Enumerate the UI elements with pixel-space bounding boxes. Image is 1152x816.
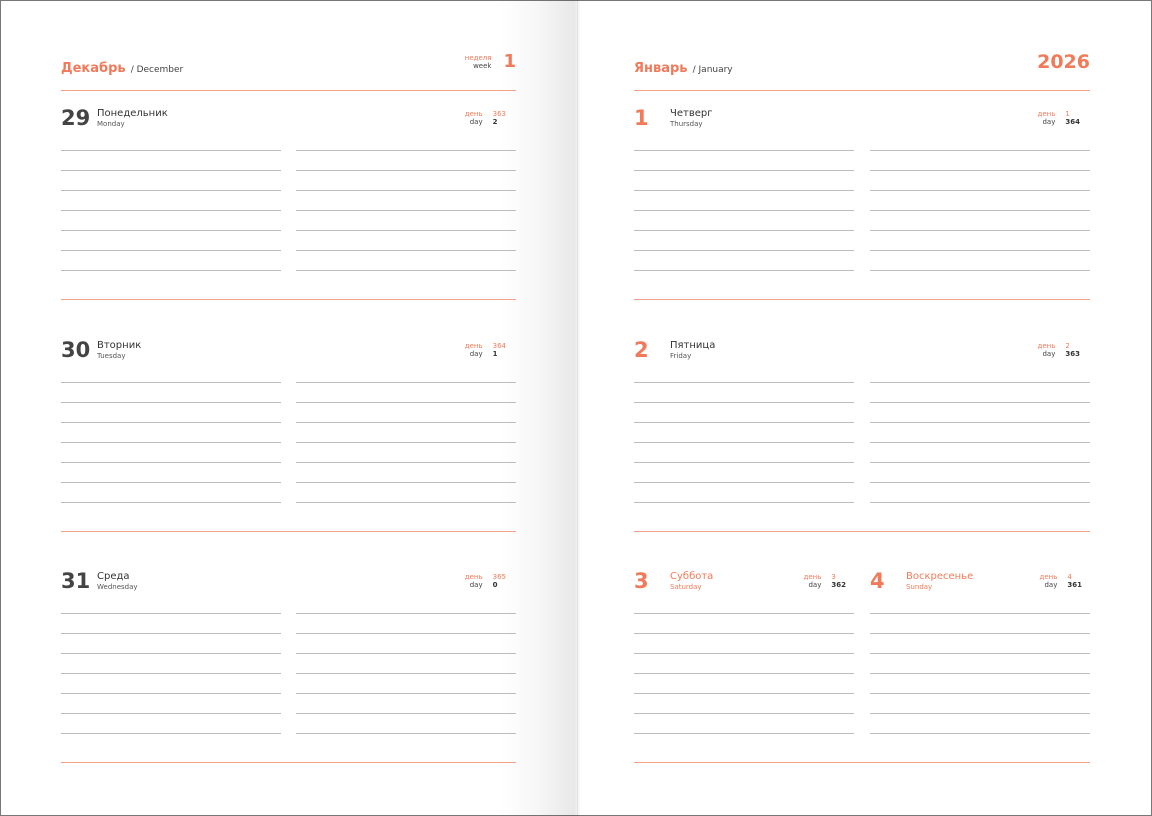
day-counter: день day 364 1	[465, 342, 506, 358]
day-name: Вторник Tuesday	[97, 340, 141, 360]
day-counter: день day 2 363	[1038, 342, 1080, 358]
day-label-ru: день	[1037, 342, 1056, 350]
day-label-ru: день	[464, 342, 483, 350]
day-name-ru: Суббота	[670, 571, 714, 582]
day-name: Среда Wednesday	[97, 571, 138, 591]
week-number: 1	[503, 51, 516, 72]
day-name-ru: Воскресенье	[906, 571, 974, 582]
days-left: 361	[1067, 581, 1082, 589]
day-label-ru: день	[464, 573, 483, 581]
ruled-lines-right[interactable]	[296, 131, 516, 271]
day-number: 30	[61, 338, 91, 362]
week-label-en: week	[473, 62, 492, 70]
ruled-lines-right[interactable]	[870, 363, 1090, 503]
day-name: Воскресенье Sunday	[906, 571, 973, 591]
ruled-lines-left[interactable]	[634, 131, 854, 271]
month-title: Январь / January	[634, 57, 733, 76]
days-left: 2	[492, 118, 498, 126]
day-name: Пятница Friday	[670, 340, 715, 360]
day-label-ru: день	[1037, 110, 1056, 118]
day-name-ru: Пятница	[670, 340, 716, 351]
day-counter: день day 363 2	[465, 110, 506, 126]
day-name-en: Sunday	[906, 583, 933, 591]
day-counter: день day 1 364	[1038, 110, 1080, 126]
days-left: 1	[492, 350, 498, 358]
month-name-en: / December	[130, 65, 184, 75]
day-of-year: 363	[492, 110, 506, 118]
day-of-year: 4	[1067, 573, 1072, 581]
day-counter: день day 3 362	[804, 573, 846, 589]
ruled-lines-left[interactable]	[61, 594, 281, 734]
day-of-year: 2	[1065, 342, 1070, 350]
day-number: 29	[61, 106, 91, 130]
month-name-ru: Декабрь	[61, 61, 126, 76]
day-number: 31	[61, 569, 91, 593]
day-label-en: day	[1042, 350, 1056, 358]
ruled-lines-left[interactable]	[61, 363, 281, 503]
day-name-en: Thursday	[670, 120, 703, 128]
left-page-header: Декабрь / December неделя week 1	[61, 40, 516, 91]
day-block-3: 3 Суббота Saturday день day 3 362	[634, 553, 854, 762]
right-page-header: Январь / January 2026	[634, 40, 1090, 91]
day-number: 4	[870, 569, 885, 593]
month-name-ru: Январь	[634, 61, 688, 76]
ruled-lines-left[interactable]	[61, 131, 281, 271]
day-of-year: 1	[1065, 110, 1070, 118]
day-block-29: 29 Понедельник Monday день day 363 2	[61, 90, 516, 300]
week-indicator: неделя week 1	[465, 52, 516, 72]
day-label-en: day	[469, 581, 483, 589]
ruled-lines-left[interactable]	[634, 363, 854, 503]
day-label-ru: день	[803, 573, 822, 581]
day-name-ru: Среда	[97, 571, 130, 582]
right-page: Январь / January 2026 1 Четверг Thursday…	[634, 0, 1090, 816]
day-block-30: 30 Вторник Tuesday день day 364 1	[61, 322, 516, 532]
days-left: 362	[831, 581, 846, 589]
day-label-en: day	[808, 581, 822, 589]
month-name-en: / January	[692, 65, 733, 75]
day-name-ru: Понедельник	[97, 108, 168, 119]
day-name-en: Tuesday	[97, 352, 126, 360]
days-left: 363	[1065, 350, 1080, 358]
ruled-lines-right[interactable]	[870, 131, 1090, 271]
day-name-ru: Вторник	[97, 340, 142, 351]
binding-seam	[577, 0, 578, 816]
weekend-block: 3 Суббота Saturday день day 3 362 4 Воск…	[634, 553, 1090, 763]
day-name: Четверг Thursday	[670, 108, 712, 128]
day-counter: день day 4 361	[1040, 573, 1082, 589]
day-name-ru: Четверг	[670, 108, 713, 119]
day-label-en: day	[469, 118, 483, 126]
day-name-en: Saturday	[670, 583, 702, 591]
day-number: 1	[634, 106, 649, 130]
day-number: 2	[634, 338, 649, 362]
day-of-year: 365	[492, 573, 506, 581]
week-label-ru: неделя	[464, 54, 492, 62]
day-counter: день day 365 0	[465, 573, 506, 589]
day-number: 3	[634, 569, 649, 593]
day-name: Суббота Saturday	[670, 571, 713, 591]
days-left: 0	[492, 581, 498, 589]
day-name: Понедельник Monday	[97, 108, 168, 128]
month-title: Декабрь / December	[61, 57, 183, 76]
day-name-en: Wednesday	[97, 583, 138, 591]
day-label-ru: день	[464, 110, 483, 118]
day-block-31: 31 Среда Wednesday день day 365 0	[61, 553, 516, 763]
day-label-ru: день	[1039, 573, 1058, 581]
day-block-2: 2 Пятница Friday день day 2 363	[634, 322, 1090, 532]
left-page: Декабрь / December неделя week 1 29 Поне…	[61, 0, 516, 816]
day-of-year: 364	[492, 342, 506, 350]
day-name-en: Friday	[670, 352, 692, 360]
day-of-year: 3	[831, 573, 836, 581]
day-block-1: 1 Четверг Thursday день day 1 364	[634, 90, 1090, 300]
day-label-en: day	[1042, 118, 1056, 126]
ruled-lines[interactable]	[870, 594, 1090, 734]
year-label: 2026	[1037, 51, 1090, 73]
ruled-lines-right[interactable]	[296, 594, 516, 734]
ruled-lines[interactable]	[634, 594, 854, 734]
day-block-4: 4 Воскресенье Sunday день day 4 361	[870, 553, 1090, 762]
ruled-lines-right[interactable]	[296, 363, 516, 503]
day-label-en: day	[1044, 581, 1058, 589]
days-left: 364	[1065, 118, 1080, 126]
day-label-en: day	[469, 350, 483, 358]
day-name-en: Monday	[97, 120, 125, 128]
